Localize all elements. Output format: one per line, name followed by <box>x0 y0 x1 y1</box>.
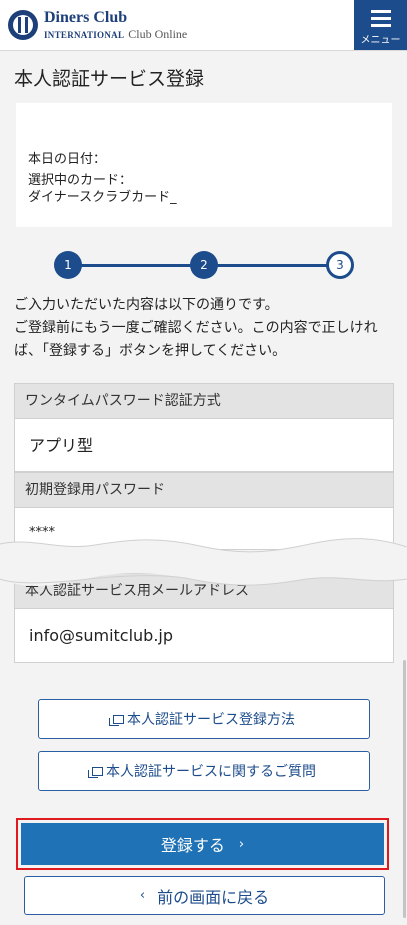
tear-separator <box>0 538 407 586</box>
card-name: ダイナースクラブカード_ <box>28 190 177 205</box>
brand-name: Diners Club <box>44 9 128 26</box>
intro-line-2: ご登録前にもう一度ご確認ください。この内容で正しければ、「登録する」ボタンを押し… <box>14 320 378 359</box>
info-panel: 本日の日付： 選択中のカード： ダイナースクラブカード_ <box>16 103 392 227</box>
step-1: 1 <box>54 251 82 279</box>
brand-tag: Club Online <box>128 27 188 41</box>
back-label: 前の画面に戻る <box>157 887 270 907</box>
scrollbar[interactable] <box>403 660 406 918</box>
chevron-right-icon: › <box>238 836 245 852</box>
how-to-register-link[interactable]: 本人認証サービス登録方法 <box>38 699 370 739</box>
brand-sub: INTERNATIONAL <box>44 30 125 40</box>
external-window-icon <box>109 714 124 726</box>
otp-method-label: ワンタイムパスワード認証方式 <box>14 383 394 419</box>
menu-button[interactable]: メニュー <box>354 0 407 50</box>
initial-password-label: 初期登録用パスワード <box>14 472 394 508</box>
external-window-icon <box>88 766 103 778</box>
register-highlight: 登録する › <box>16 818 389 870</box>
diners-logo-icon <box>8 10 38 40</box>
how-to-register-label: 本人認証サービス登録方法 <box>127 712 295 728</box>
menu-label: メニュー <box>360 35 401 46</box>
faq-link[interactable]: 本人認証サービスに関するご質問 <box>38 751 370 791</box>
step-indicator: 1 2 3 <box>54 251 354 281</box>
intro-text: ご入力いただいた内容は以下の通りです。 ご登録前にもう一度ご確認ください。この内… <box>14 294 396 363</box>
faq-label: 本人認証サービスに関するご質問 <box>106 764 316 780</box>
card-label: 選択中のカード： <box>28 173 133 188</box>
otp-method-value: アプリ型 <box>14 419 394 472</box>
email-value: info@sumitclub.jp <box>14 609 394 663</box>
hamburger-icon <box>370 10 391 27</box>
register-label: 登録する <box>160 836 225 855</box>
step-3-current: 3 <box>326 251 354 279</box>
diners-club-logo[interactable]: Diners Club INTERNATIONAL Club Online <box>8 7 187 43</box>
intro-line-1: ご入力いただいた内容は以下の通りです。 <box>14 297 279 313</box>
app-header: Diners Club INTERNATIONAL Club Online メニュ… <box>0 0 407 51</box>
chevron-left-icon: ‹ <box>139 888 146 903</box>
step-2: 2 <box>190 251 218 279</box>
register-button[interactable]: 登録する › <box>21 823 384 865</box>
date-label: 本日の日付： <box>28 152 107 167</box>
page-title: 本人認証サービス登録 <box>14 68 205 90</box>
back-button[interactable]: ‹ 前の画面に戻る <box>24 876 385 915</box>
